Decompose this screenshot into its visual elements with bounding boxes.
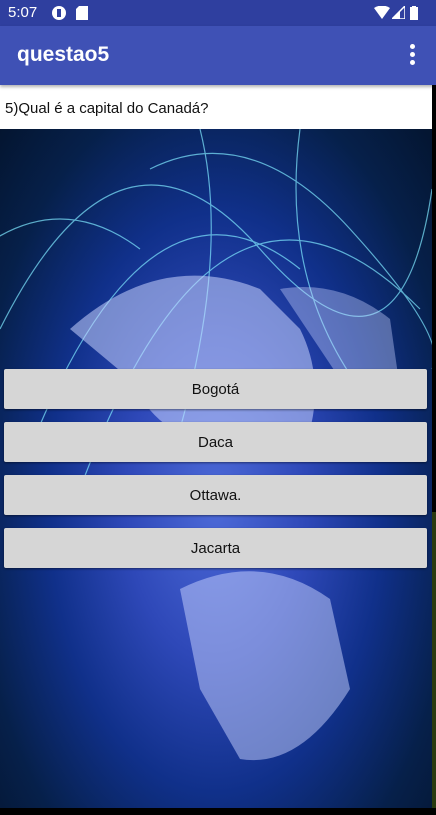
app-bar: questao5 — [0, 26, 436, 85]
app-title: questao5 — [17, 43, 110, 66]
app-notification-icon — [52, 6, 66, 20]
network-lines-decoration — [0, 129, 432, 761]
signal-icon — [392, 6, 405, 19]
answer-button-jacarta[interactable]: Jacarta — [4, 528, 427, 568]
battery-icon — [410, 6, 418, 20]
answer-button-ottawa[interactable]: Ottawa. — [4, 475, 427, 515]
answer-button-daca[interactable]: Daca — [4, 422, 427, 462]
overflow-menu-icon[interactable] — [408, 44, 416, 66]
wifi-icon — [374, 6, 390, 19]
status-bar: 5:07 — [0, 0, 436, 26]
question-text: 5)Qual é a capital do Canadá? — [0, 85, 432, 129]
background-edge — [432, 512, 436, 808]
globe-background-image — [0, 129, 432, 808]
sd-card-icon — [76, 6, 88, 20]
answer-button-bogota[interactable]: Bogotá — [4, 369, 427, 409]
status-time: 5:07 — [8, 4, 38, 21]
